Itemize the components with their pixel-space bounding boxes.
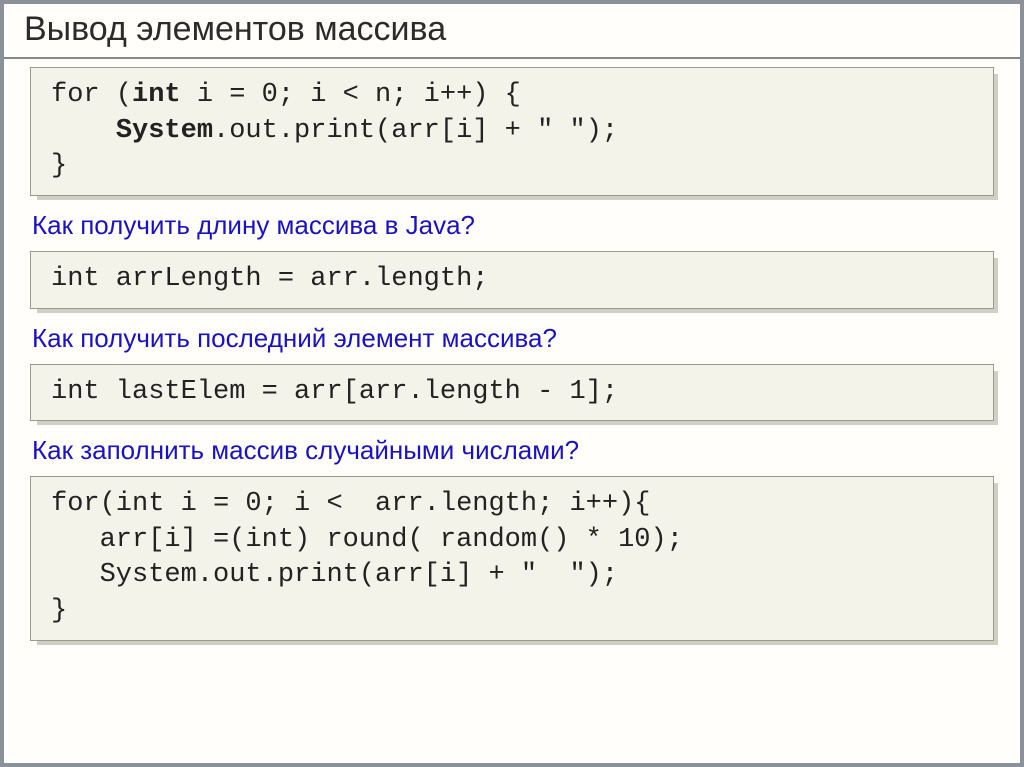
slide-content: for (int i = 0; i < n; i++) { System.out… <box>4 59 1020 657</box>
page-title: Вывод элементов массива <box>24 10 1000 49</box>
code-block-3: for(int i = 0; i < arr.length; i++){ arr… <box>30 476 994 641</box>
code-text: int lastElem = arr[arr.length - 1]; <box>51 375 977 411</box>
code-box: for(int i = 0; i < arr.length; i++){ arr… <box>30 476 994 641</box>
heading-last-element: Как получить последний элемент массива? <box>32 323 994 354</box>
code-text: int arrLength = arr.length; <box>51 262 977 298</box>
code-block-2: int lastElem = arr[arr.length - 1]; <box>30 364 994 422</box>
heading-java-length: Как получить длину массива в Java? <box>32 210 994 241</box>
heading-random-fill: Как заполнить массив случайными числами? <box>32 435 994 466</box>
code-text: for(int i = 0; i < arr.length; i++){ arr… <box>51 487 977 630</box>
code-box: int arrLength = arr.length; <box>30 251 994 309</box>
code-block-1: int arrLength = arr.length; <box>30 251 994 309</box>
code-text: for (int i = 0; i < n; i++) { System.out… <box>51 78 977 185</box>
code-box: int lastElem = arr[arr.length - 1]; <box>30 364 994 422</box>
code-box: for (int i = 0; i < n; i++) { System.out… <box>30 67 994 196</box>
title-bar: Вывод элементов массива <box>4 4 1020 59</box>
code-block-0: for (int i = 0; i < n; i++) { System.out… <box>30 67 994 196</box>
